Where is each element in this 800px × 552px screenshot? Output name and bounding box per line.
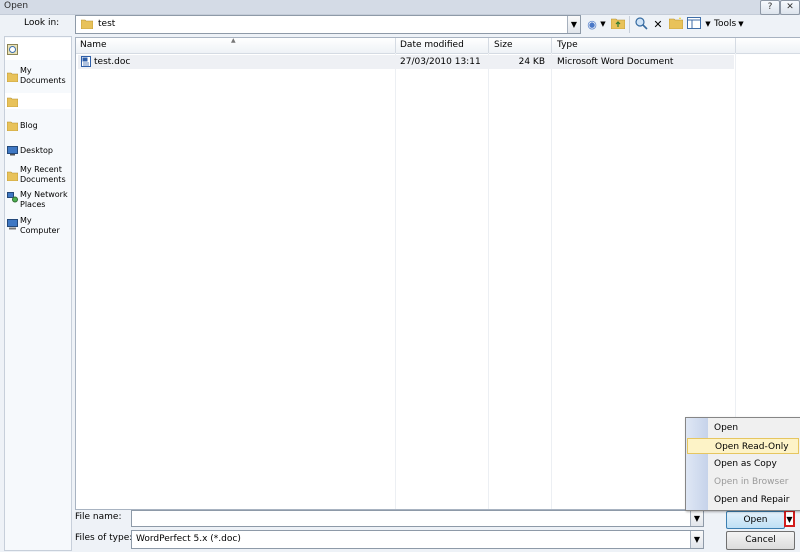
place-label: Desktop	[20, 146, 53, 155]
menu-item-open[interactable]: Open	[687, 420, 799, 436]
place-label: My Computer	[20, 216, 60, 235]
views-icon[interactable]	[687, 17, 701, 32]
file-date: 27/03/2010 13:11	[400, 57, 481, 67]
folder-icon	[7, 97, 18, 107]
menu-item-label: Open and Repair	[714, 495, 790, 505]
help-button[interactable]: ?	[760, 0, 780, 15]
folder-icon	[81, 19, 93, 29]
folder-icon	[7, 72, 18, 82]
column-header-date[interactable]: Date modified	[400, 40, 464, 50]
menu-item-open-in-browser: Open in Browser	[687, 474, 799, 490]
desktop-icon	[7, 146, 18, 156]
file-type: Microsoft Word Document	[557, 57, 674, 67]
new-folder-icon[interactable]	[668, 17, 684, 32]
column-divider[interactable]	[735, 38, 736, 53]
look-in-value: test	[98, 19, 116, 29]
look-in-label: Look in:	[24, 18, 60, 28]
folder-icon	[7, 121, 18, 131]
back-icon[interactable]: ◉	[586, 17, 598, 32]
chevron-down-icon[interactable]: ▼	[599, 17, 607, 32]
open-button[interactable]: Open	[726, 511, 785, 529]
files-of-type-value: WordPerfect 5.x (*.doc)	[136, 534, 241, 544]
chevron-down-icon[interactable]: ▼	[690, 511, 703, 526]
menu-item-open-as-copy[interactable]: Open as Copy	[687, 456, 799, 472]
menu-item-label: Open Read-Only	[715, 442, 789, 452]
menu-item-label: Open as Copy	[714, 459, 777, 469]
recent-icon	[7, 44, 18, 55]
column-divider[interactable]	[551, 38, 552, 53]
place-item-blog[interactable]: Blog	[5, 118, 71, 134]
place-item-network-places[interactable]: My Network Places	[5, 189, 71, 211]
look-in-combobox[interactable]: test ▼	[75, 15, 581, 34]
chevron-down-icon[interactable]: ▼	[737, 17, 745, 32]
column-divider[interactable]	[488, 38, 489, 53]
column-divider[interactable]	[395, 38, 396, 53]
window-title: Open	[4, 1, 29, 11]
chevron-down-icon[interactable]: ▼	[704, 17, 712, 32]
column-header-name[interactable]: Name	[80, 40, 107, 50]
menu-item-open-and-repair[interactable]: Open and Repair	[687, 492, 799, 508]
menu-item-label: Open in Browser	[714, 477, 789, 487]
word-document-icon	[81, 56, 91, 67]
column-header-type[interactable]: Type	[557, 40, 578, 50]
place-label: Blog	[20, 121, 38, 130]
open-options-menu: Open Open Read-Only Open as Copy Open in…	[685, 417, 800, 511]
column-header-size[interactable]: Size	[494, 40, 512, 50]
cancel-button[interactable]: Cancel	[726, 531, 795, 550]
place-item-recent[interactable]	[5, 38, 71, 60]
computer-icon	[7, 219, 18, 230]
network-icon	[7, 192, 18, 203]
files-of-type-select[interactable]: WordPerfect 5.x (*.doc) ▼	[131, 530, 704, 549]
chevron-down-icon[interactable]: ▼	[567, 16, 580, 33]
place-label: My Documents	[20, 66, 66, 85]
sort-ascending-icon: ▲	[231, 37, 236, 44]
file-size: 24 KB	[518, 57, 545, 67]
file-name-field[interactable]: ▼	[131, 510, 704, 527]
open-options-chevron-icon[interactable]: ▼	[784, 510, 795, 527]
file-list-header: Name ▲ Date modified Size Type	[76, 37, 800, 54]
title-bar: Open ? ✕	[0, 0, 800, 15]
chevron-down-icon[interactable]: ▼	[690, 531, 703, 548]
place-label: My Recent Documents	[20, 165, 66, 184]
folder-icon	[7, 171, 18, 181]
menu-item-open-read-only[interactable]: Open Read-Only	[687, 438, 799, 454]
close-button[interactable]: ✕	[780, 0, 800, 15]
place-item-my-documents[interactable]: My Documents	[5, 65, 71, 87]
place-item-desktop[interactable]: Desktop	[5, 143, 71, 159]
file-name: test.doc	[94, 57, 131, 67]
delete-icon[interactable]: ✕	[652, 17, 664, 32]
toolbar-separator	[629, 16, 630, 33]
places-bar: My Documents Blog Desktop My Recent Docu…	[4, 36, 72, 551]
place-item-recent-documents[interactable]: My Recent Documents	[5, 164, 71, 186]
column-guide	[395, 53, 396, 509]
column-guide	[551, 53, 552, 509]
column-guide	[488, 53, 489, 509]
place-label: My Network Places	[20, 190, 68, 209]
file-row[interactable]: test.doc 27/03/2010 13:11 24 KB Microsof…	[78, 55, 734, 69]
search-web-icon[interactable]	[634, 17, 648, 32]
menu-item-label: Open	[714, 423, 739, 433]
files-of-type-label: Files of type:	[75, 533, 133, 543]
place-item-my-computer[interactable]: My Computer	[5, 215, 71, 237]
place-item-folder[interactable]	[5, 93, 71, 109]
up-folder-icon[interactable]	[610, 17, 626, 32]
file-name-label: File name:	[75, 512, 122, 522]
tools-menu[interactable]: Tools	[714, 19, 736, 29]
